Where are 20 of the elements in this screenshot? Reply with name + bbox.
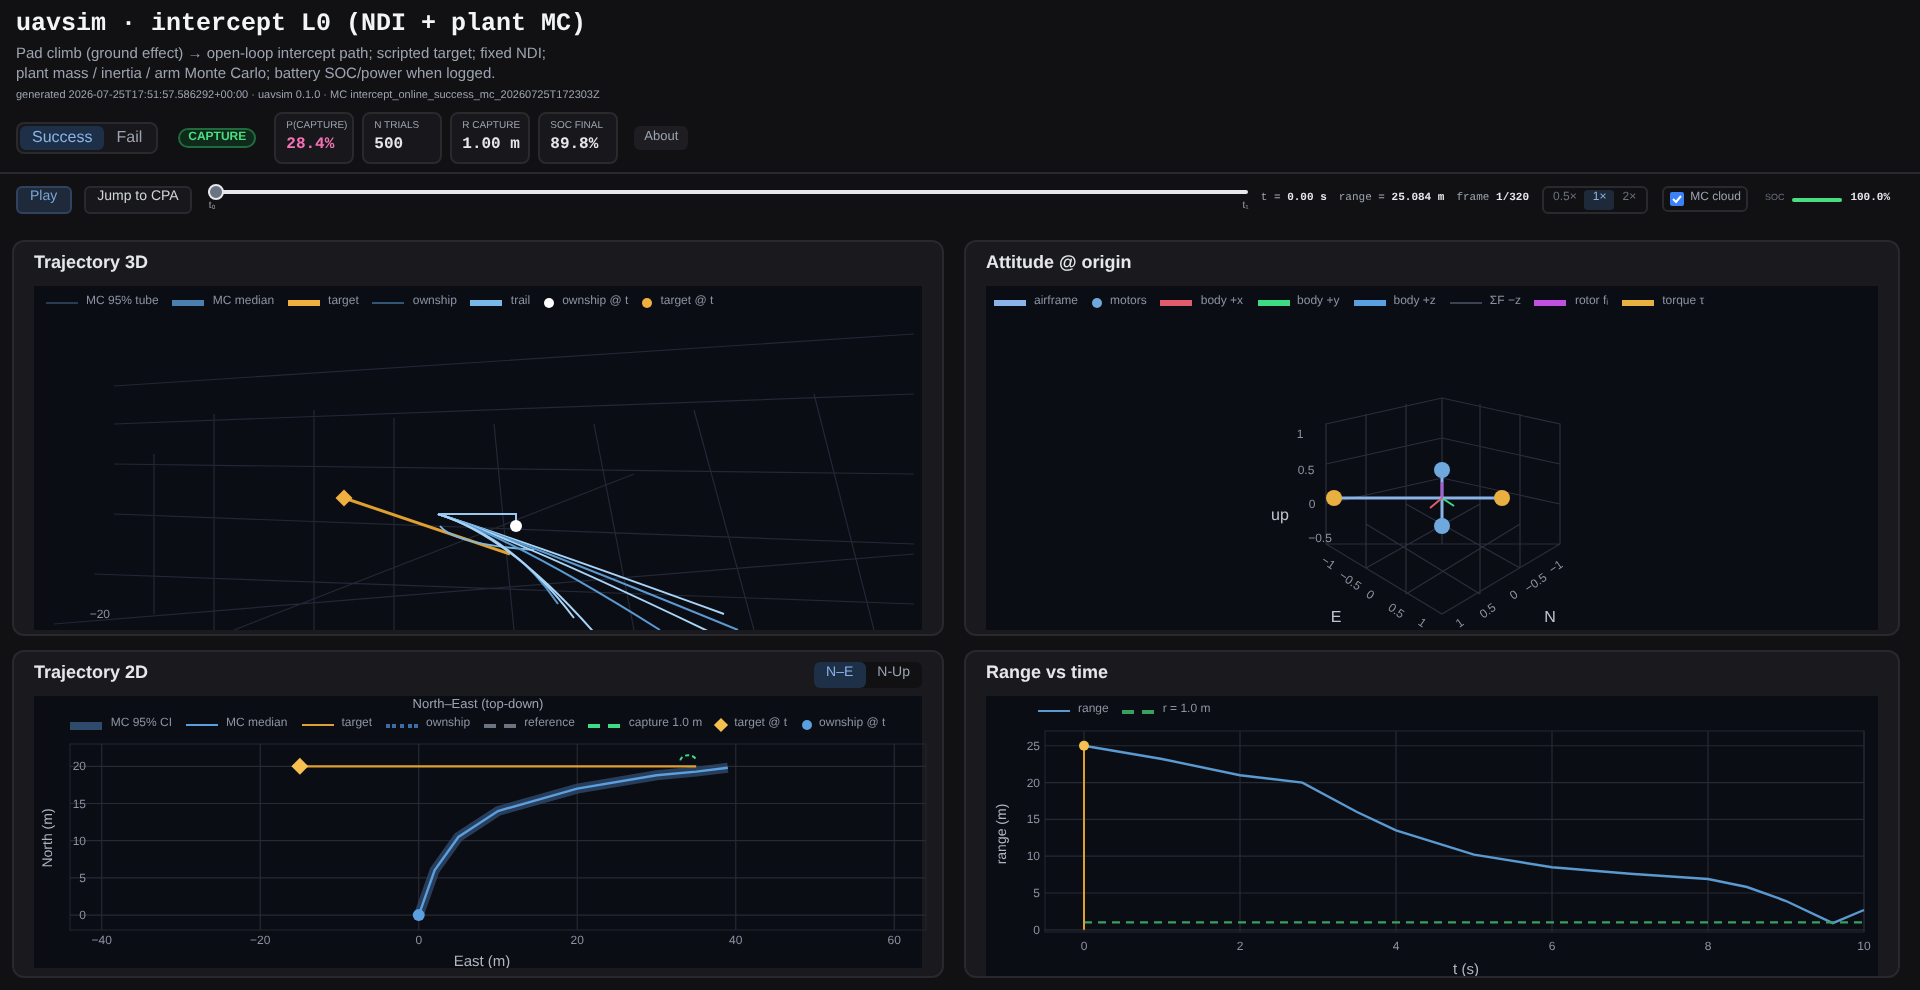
page-title: uavsim · intercept L0 (NDI + plant MC) (16, 10, 589, 40)
ownship-marker (412, 908, 425, 921)
panel-title: Attitude @ origin (986, 250, 1132, 277)
stat-value: 500 (374, 134, 406, 156)
panel-title: Range vs time (986, 660, 1109, 687)
panel-title: Trajectory 2D (34, 660, 149, 687)
stat-value: 28.4% (286, 134, 337, 156)
outcome-tab[interactable]: Fail (104, 126, 155, 150)
slider-thumb[interactable] (208, 184, 225, 200)
check-icon (1672, 194, 1683, 204)
stat-value: 89.8% (550, 134, 601, 156)
stat-value: 1.00 m (462, 134, 519, 156)
axis-title: up (1271, 506, 1289, 524)
axis-title: N (1544, 608, 1556, 626)
target-marker (291, 757, 309, 775)
axis-title: E (1330, 608, 1342, 626)
checkbox[interactable] (1670, 192, 1685, 206)
timeline-slider[interactable] (208, 184, 1249, 200)
outcome-tab[interactable]: Success (20, 126, 105, 150)
panel-title: Trajectory 3D (34, 250, 149, 277)
